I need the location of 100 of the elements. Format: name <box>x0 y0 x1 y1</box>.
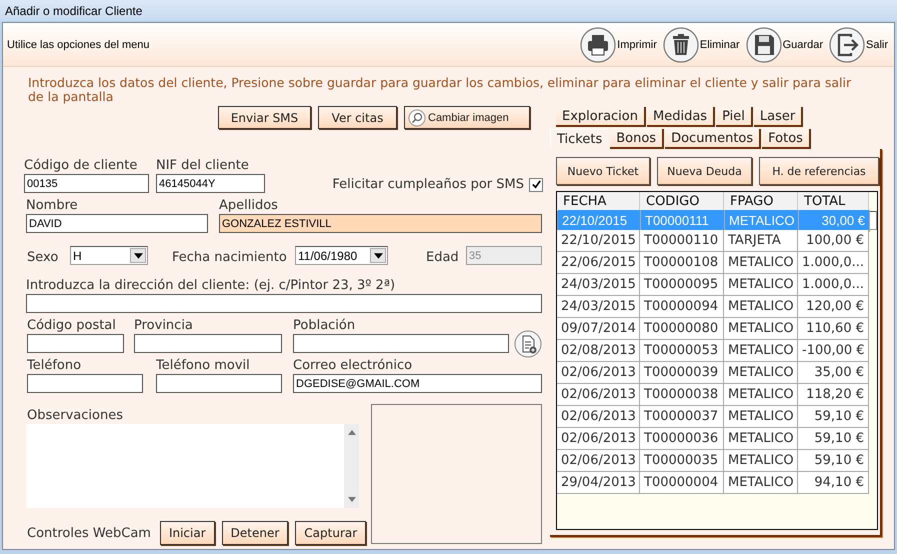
table-cell: METALICO <box>724 318 798 340</box>
table-cell: T00000111 <box>641 210 725 232</box>
table-cell: 118,20 € <box>798 384 869 406</box>
table-cell: T00000039 <box>640 362 724 384</box>
table-cell: 24/03/2015 <box>557 296 640 318</box>
table-cell: -100,00 € <box>798 340 869 362</box>
column-header[interactable]: FECHA <box>557 192 640 211</box>
table-cell: TARJETA <box>724 230 798 252</box>
table-row[interactable]: 22/10/2015 T00000110 TARJETA 100,00 € <box>557 230 877 252</box>
table-row[interactable]: 24/03/2015 T00000095 METALICO 1.000,0... <box>557 274 877 296</box>
webcam-label: Controles WebCam <box>27 524 151 542</box>
ticket-action-button[interactable]: Nuevo Ticket <box>556 157 650 185</box>
field-label: Fecha nacimiento <box>172 249 288 266</box>
tab[interactable]: Medidas <box>647 107 716 127</box>
table-cell: 02/06/2013 <box>557 384 640 406</box>
table-row[interactable]: 02/06/2013 T00000039 METALICO 35,00 € <box>557 362 877 384</box>
webcam-button[interactable]: Detener <box>222 521 288 545</box>
table-row[interactable]: 02/06/2013 T00000037 METALICO 59,10 € <box>557 406 877 428</box>
change-image-button[interactable]: Cambiar imagen <box>404 106 530 129</box>
table-cell: 22/10/2015 <box>558 210 641 232</box>
table-cell: 110,60 € <box>798 318 869 340</box>
webcam-button[interactable]: Iniciar <box>160 521 215 545</box>
scroll-down-icon[interactable] <box>348 497 356 502</box>
field-label: Código postal <box>27 317 117 334</box>
window-title: Añadir o modificar Cliente <box>5 4 142 18</box>
table-cell: METALICO <box>724 450 798 472</box>
table-cell: METALICO <box>724 406 798 428</box>
table-row[interactable]: 22/06/2015 T00000108 METALICO 1.000,0... <box>557 252 877 274</box>
field-label: Apellidos <box>219 197 279 214</box>
menu-message: Utilice las opciones del menu <box>7 38 150 50</box>
field-label: Nombre <box>26 197 79 214</box>
table-cell: T00000080 <box>640 318 724 340</box>
table-cell: T00000004 <box>640 472 724 494</box>
table-cell: METALICO <box>724 428 798 450</box>
town-field[interactable] <box>293 334 509 353</box>
table-row[interactable]: 02/06/2013 T00000035 METALICO 59,10 € <box>557 450 877 472</box>
table-cell: 59,10 € <box>798 428 869 450</box>
table-row[interactable]: 02/06/2013 T00000036 METALICO 59,10 € <box>557 428 877 450</box>
table-cell: METALICO <box>724 252 798 274</box>
add-document-icon[interactable] <box>514 330 542 358</box>
table-cell: 59,10 € <box>798 450 869 472</box>
table-row[interactable]: 24/03/2015 T00000094 METALICO 120,00 € <box>557 296 877 318</box>
address-field[interactable] <box>26 294 542 313</box>
phone-field[interactable] <box>27 374 143 393</box>
tab[interactable]: Bonos <box>610 129 664 149</box>
ticket-action-button[interactable]: Nueva Deuda <box>657 157 752 185</box>
field-label: Edad <box>426 249 460 266</box>
table-cell: METALICO <box>724 384 798 406</box>
email-field[interactable]: DGEDISE@GMAIL.COM <box>293 374 542 393</box>
delete-button[interactable]: Eliminar <box>660 26 742 62</box>
province-field[interactable] <box>134 334 282 353</box>
table-cell: 22/06/2015 <box>557 252 640 274</box>
trash-icon <box>662 26 699 62</box>
table-cell: METALICO <box>724 340 798 362</box>
tab[interactable]: Documentos <box>665 129 762 149</box>
field-label: Correo electrónico <box>293 357 414 374</box>
field-label: NIF del cliente <box>156 157 250 174</box>
floppy-icon <box>746 26 782 62</box>
table-cell: T00000036 <box>640 428 724 450</box>
table-cell: T00000110 <box>640 230 724 252</box>
birth-date-picker[interactable]: 11/06/1980 <box>295 246 388 265</box>
nif-field[interactable]: 46145044Y <box>156 174 265 193</box>
webcam-button[interactable]: Capturar <box>295 521 366 545</box>
field-label: Población <box>293 317 356 334</box>
notes-field[interactable] <box>26 424 359 508</box>
sms-checkbox[interactable] <box>529 178 543 192</box>
table-cell: 1.000,0... <box>798 252 869 274</box>
checkbox-label: Felicitar cumpleaños por SMS <box>332 176 524 193</box>
table-row[interactable]: 09/07/2014 T00000080 METALICO 110,60 € <box>557 318 877 340</box>
postal-code-field[interactable] <box>27 334 124 353</box>
sex-dropdown[interactable]: H <box>70 246 148 265</box>
tab[interactable]: Exploracion <box>556 107 646 127</box>
table-row[interactable]: 02/08/2013 T00000053 METALICO -100,00 € <box>557 340 877 362</box>
action-button[interactable]: Enviar SMS <box>218 106 311 129</box>
table-row[interactable]: 02/06/2013 T00000038 METALICO 118,20 € <box>557 384 877 406</box>
scrollbar[interactable] <box>344 424 359 508</box>
table-cell: METALICO <box>725 210 799 232</box>
client-code-field[interactable]: 00135 <box>24 174 149 193</box>
mobile-field[interactable] <box>156 374 282 393</box>
tab[interactable]: Piel <box>716 107 753 127</box>
ticket-action-button[interactable]: H. de referencias <box>759 157 879 185</box>
table-cell: T00000095 <box>640 274 724 296</box>
table-cell: T00000035 <box>640 450 724 472</box>
print-button[interactable]: Imprimir <box>578 26 659 62</box>
column-header[interactable]: CODIGO <box>640 192 724 211</box>
table-cell: 02/06/2013 <box>557 406 640 428</box>
table-cell: 24/03/2015 <box>557 274 640 296</box>
action-button[interactable]: Ver citas <box>318 106 397 129</box>
tab[interactable]: Tickets <box>550 129 610 149</box>
surname-field[interactable]: GONZALEZ ESTIVILL <box>219 214 542 233</box>
name-field[interactable]: DAVID <box>26 214 208 233</box>
tab[interactable]: Fotos <box>762 129 811 149</box>
scroll-up-icon[interactable] <box>348 430 356 435</box>
save-button[interactable]: Guardar <box>744 26 825 62</box>
table-row[interactable]: 29/04/2013 T00000004 METALICO 94,10 € <box>557 472 877 494</box>
column-header[interactable]: TOTAL <box>798 192 869 211</box>
exit-button[interactable]: Salir <box>826 26 890 62</box>
tab[interactable]: Laser <box>754 107 804 127</box>
table-cell: 02/06/2013 <box>557 362 640 384</box>
column-header[interactable]: FPAGO <box>724 192 798 211</box>
